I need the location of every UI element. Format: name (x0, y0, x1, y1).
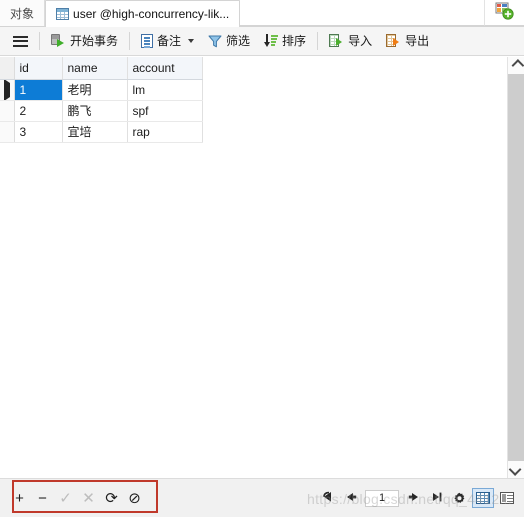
cell-id-1[interactable]: 1 (14, 79, 63, 101)
column-header-name[interactable]: name (62, 57, 128, 80)
next-record-button[interactable] (403, 488, 424, 508)
cancel-change-button: ✕ (82, 490, 95, 507)
first-record-button[interactable] (317, 488, 338, 508)
grid-view-button[interactable] (472, 488, 494, 508)
import-icon (329, 34, 344, 48)
cell-account-2[interactable]: spf (127, 100, 203, 122)
settings-button[interactable] (449, 488, 470, 508)
filter-button[interactable]: 筛选 (201, 29, 257, 53)
row-marker-header (0, 57, 15, 80)
table-row[interactable]: 3 宜培 rap (0, 121, 203, 143)
toolbar-separator (129, 32, 131, 50)
stop-button[interactable]: ⊘ (123, 488, 146, 508)
current-row-pointer-icon (3, 79, 10, 99)
scroll-up-button[interactable] (508, 57, 524, 74)
tab-user-table[interactable]: user @high-concurrency-lik... (45, 0, 241, 27)
begin-transaction-label: 开始事务 (70, 34, 119, 48)
delete-record-button[interactable]: − (31, 488, 54, 508)
note-label: 备注 (157, 34, 182, 48)
main-toolbar: 开始事务 备注 筛选 排序 导入 导出 (0, 27, 524, 56)
row-marker[interactable] (0, 121, 15, 143)
apply-change-button: ✓ (59, 490, 72, 507)
sort-label: 排序 (282, 34, 307, 48)
import-label: 导入 (348, 34, 373, 48)
chevron-down-icon (508, 463, 521, 476)
menu-button[interactable] (6, 29, 35, 53)
cell-name-1[interactable]: 老明 (62, 79, 128, 101)
column-header-id[interactable]: id (14, 57, 63, 80)
export-icon (386, 34, 401, 48)
note-icon (141, 34, 154, 48)
toolbar-separator (317, 32, 319, 50)
form-view-icon (500, 492, 514, 504)
previous-record-icon (344, 491, 358, 506)
next-record-icon (407, 491, 421, 506)
table-row[interactable]: 1 老明 lm (0, 79, 203, 101)
vertical-scrollbar[interactable] (507, 57, 524, 478)
gear-icon (453, 492, 466, 505)
tab-bar-filler (240, 0, 484, 26)
note-button[interactable]: 备注 (134, 29, 201, 53)
tab-bar: 对象 user @high-concurrency-lik... (0, 0, 524, 27)
bottom-status-bar: + − ✓ ✕ ⟳ ⊘ (0, 478, 524, 517)
toolbar-separator (39, 32, 40, 50)
cell-account-1[interactable]: lm (127, 79, 203, 101)
data-grid[interactable]: id name account 1 老明 lm 2 鹏飞 spf 3 宜培 ra… (0, 57, 203, 143)
add-object-icon (495, 2, 514, 23)
table-row[interactable]: 2 鹏飞 spf (0, 100, 203, 122)
cell-name-3[interactable]: 宜培 (62, 121, 128, 143)
grid-table-icon (56, 8, 70, 20)
grid-area: id name account 1 老明 lm 2 鹏飞 spf 3 宜培 ra… (0, 57, 524, 478)
page-number-input[interactable] (365, 489, 399, 507)
first-record-icon (321, 491, 335, 506)
tab-user-table-label: user @high-concurrency-lik... (73, 7, 230, 21)
form-view-button[interactable] (496, 488, 518, 508)
scrollbar-track[interactable] (508, 74, 524, 461)
chevron-up-icon (511, 59, 524, 72)
record-buttons-group: + − ✓ ✕ ⟳ ⊘ (0, 486, 146, 510)
data-grid-pane[interactable]: id name account 1 老明 lm 2 鹏飞 spf 3 宜培 ra… (0, 57, 507, 478)
previous-record-button[interactable] (340, 488, 361, 508)
begin-transaction-button[interactable]: 开始事务 (44, 29, 125, 53)
last-record-icon (430, 491, 444, 506)
column-header-account[interactable]: account (127, 57, 203, 80)
tab-objects[interactable]: 对象 (0, 0, 46, 26)
row-marker-current[interactable] (0, 79, 15, 101)
scroll-down-button[interactable] (508, 461, 524, 478)
record-navigator (317, 486, 524, 510)
chevron-down-icon[interactable] (188, 39, 195, 43)
cell-account-3[interactable]: rap (127, 121, 203, 143)
cell-id-2[interactable]: 2 (14, 100, 63, 122)
sort-button[interactable]: 排序 (257, 29, 313, 53)
row-marker[interactable] (0, 100, 15, 122)
cell-name-2[interactable]: 鹏飞 (62, 100, 128, 122)
filter-label: 筛选 (226, 34, 251, 48)
refresh-button[interactable]: ⟳ (100, 488, 123, 508)
add-record-button[interactable]: + (8, 488, 31, 508)
import-button[interactable]: 导入 (322, 29, 379, 53)
filter-funnel-icon (208, 35, 222, 48)
last-record-button[interactable] (426, 488, 447, 508)
export-button[interactable]: 导出 (379, 29, 436, 53)
begin-transaction-icon (51, 34, 66, 48)
tab-objects-label: 对象 (10, 6, 35, 21)
grid-view-icon (476, 492, 490, 504)
grid-header-row: id name account (0, 57, 203, 80)
new-object-button[interactable] (484, 0, 524, 26)
cell-id-3[interactable]: 3 (14, 121, 63, 143)
sort-icon (264, 34, 279, 48)
hamburger-icon (13, 35, 28, 47)
export-label: 导出 (405, 34, 430, 48)
